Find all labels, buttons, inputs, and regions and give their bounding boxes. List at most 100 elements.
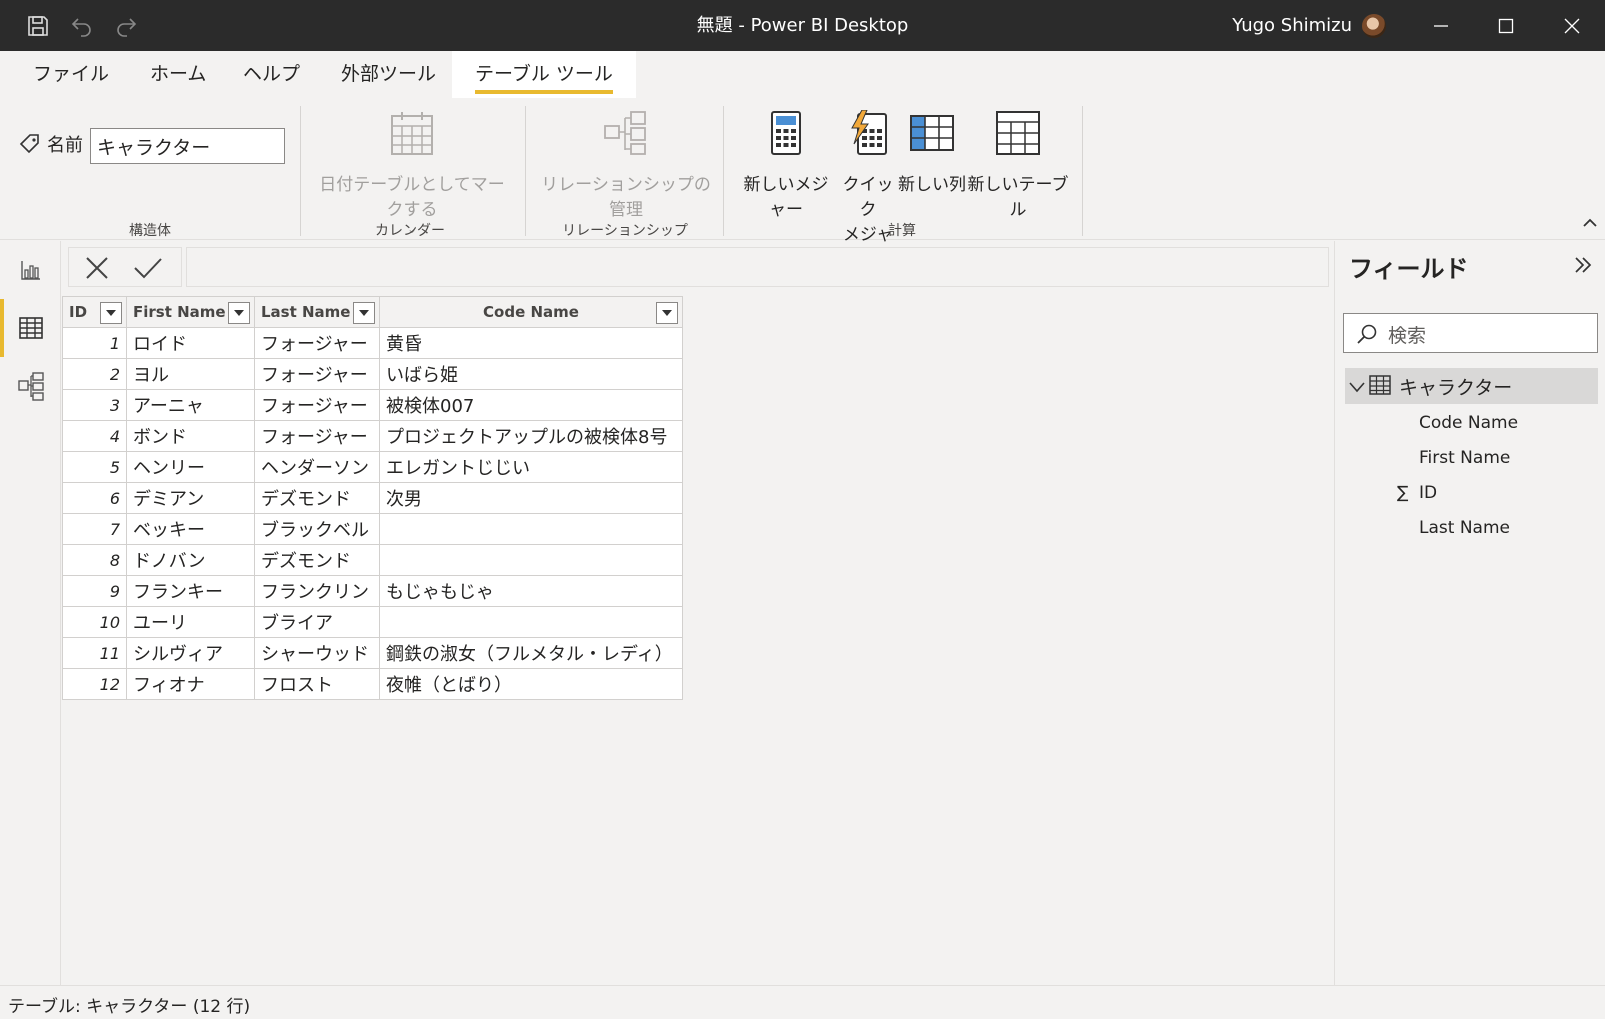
mark-date-table-button[interactable]: 日付テーブルとしてマークする ⌄ [312, 110, 512, 236]
cell-id[interactable]: 4 [62, 420, 127, 452]
table-row[interactable]: 6 デミアン デズモンド 次男 [62, 482, 683, 514]
quick-measure-button[interactable]: クイック メジャー [836, 109, 900, 270]
save-icon[interactable] [24, 12, 52, 40]
cell-code-name[interactable] [379, 544, 683, 576]
tab-file[interactable]: ファイル [27, 51, 115, 98]
table-row[interactable]: 7 ベッキー ブラックベル [62, 513, 683, 545]
cell-code-name[interactable]: 被検体007 [379, 389, 683, 421]
table-row[interactable]: 3 アーニャ フォージャー 被検体007 [62, 389, 683, 421]
table-row[interactable]: 4 ボンド フォージャー プロジェクトアップルの被検体8号 [62, 420, 683, 452]
redo-icon[interactable] [112, 12, 140, 40]
expand-pane-icon[interactable] [1573, 253, 1593, 281]
user-name[interactable]: Yugo Shimizu [1232, 0, 1352, 51]
cell-id[interactable]: 7 [62, 513, 127, 545]
table-row[interactable]: 10 ユーリ ブライア [62, 606, 683, 638]
cell-last-name[interactable]: デズモンド [254, 544, 380, 576]
table-row[interactable]: 11 シルヴィア シャーウッド 鋼鉄の淑女（フルメタル・レディ） [62, 637, 683, 669]
cell-code-name[interactable]: もじゃもじゃ [379, 575, 683, 607]
cell-code-name[interactable]: 次男 [379, 482, 683, 514]
close-icon[interactable] [1543, 0, 1601, 51]
cell-code-name[interactable] [379, 513, 683, 545]
cancel-icon[interactable] [85, 256, 109, 284]
cell-last-name[interactable]: フォージャー [254, 389, 380, 421]
cell-first-name[interactable]: フィオナ [126, 668, 255, 700]
report-view-icon[interactable] [0, 241, 61, 299]
field-item[interactable]: Last Name [1419, 518, 1510, 538]
cell-first-name[interactable]: ボンド [126, 420, 255, 452]
filter-dropdown-icon[interactable] [353, 302, 375, 324]
field-item[interactable]: ID [1419, 483, 1437, 503]
cell-last-name[interactable]: ブラックベル [254, 513, 380, 545]
table-row[interactable]: 1 ロイド フォージャー 黄昏 [62, 327, 683, 359]
cell-code-name[interactable]: いばら姫 [379, 358, 683, 390]
cell-last-name[interactable]: デズモンド [254, 482, 380, 514]
cell-first-name[interactable]: デミアン [126, 482, 255, 514]
cell-id[interactable]: 11 [62, 637, 127, 669]
cell-id[interactable]: 8 [62, 544, 127, 576]
cell-id[interactable]: 10 [62, 606, 127, 638]
filter-dropdown-icon[interactable] [228, 302, 250, 324]
column-header-id[interactable]: ID [62, 296, 127, 328]
cell-id[interactable]: 6 [62, 482, 127, 514]
manage-relationships-button[interactable]: リレーションシップの管理 [536, 110, 716, 220]
table-name-input[interactable] [90, 128, 285, 164]
table-row[interactable]: 2 ヨル フォージャー いばら姫 [62, 358, 683, 390]
cell-code-name[interactable] [379, 606, 683, 638]
new-column-button[interactable]: 新しい列 [898, 110, 966, 195]
column-header-first-name[interactable]: First Name [126, 296, 255, 328]
table-row[interactable]: 5 ヘンリー ヘンダーソン エレガントじじい [62, 451, 683, 483]
cell-last-name[interactable]: フォージャー [254, 327, 380, 359]
tab-help[interactable]: ヘルプ [237, 51, 306, 98]
fields-search-input[interactable]: 検索 [1343, 313, 1598, 353]
filter-dropdown-icon[interactable] [100, 302, 122, 324]
cell-code-name[interactable]: 黄昏 [379, 327, 683, 359]
new-measure-button[interactable]: 新しいメジャー [736, 110, 836, 220]
model-view-icon[interactable] [0, 357, 61, 415]
cell-first-name[interactable]: フランキー [126, 575, 255, 607]
data-view-icon[interactable] [0, 299, 61, 357]
cell-last-name[interactable]: フォージャー [254, 420, 380, 452]
cell-code-name[interactable]: 夜帷（とばり） [379, 668, 683, 700]
tab-table-tools[interactable]: テーブル ツール [452, 51, 636, 98]
column-header-code-name[interactable]: Code Name [379, 296, 683, 328]
cell-last-name[interactable]: フロスト [254, 668, 380, 700]
commit-icon[interactable] [133, 256, 163, 284]
new-table-button[interactable]: 新しいテーブル [966, 110, 1070, 220]
collapse-ribbon-icon[interactable] [1583, 216, 1597, 232]
field-item[interactable]: First Name [1419, 448, 1510, 468]
tab-home[interactable]: ホーム [144, 51, 212, 98]
cell-last-name[interactable]: ヘンダーソン [254, 451, 380, 483]
chevron-down-icon[interactable] [1349, 378, 1365, 397]
minimize-icon[interactable] [1412, 0, 1470, 51]
cell-last-name[interactable]: フォージャー [254, 358, 380, 390]
cell-first-name[interactable]: ベッキー [126, 513, 255, 545]
table-row[interactable]: 8 ドノバン デズモンド [62, 544, 683, 576]
field-table-node[interactable]: キャラクター [1345, 368, 1598, 404]
cell-code-name[interactable]: プロジェクトアップルの被検体8号 [379, 420, 683, 452]
undo-icon[interactable] [68, 12, 96, 40]
cell-first-name[interactable]: ロイド [126, 327, 255, 359]
filter-dropdown-icon[interactable] [656, 302, 678, 324]
column-header-last-name[interactable]: Last Name [254, 296, 380, 328]
cell-first-name[interactable]: ヘンリー [126, 451, 255, 483]
cell-first-name[interactable]: ユーリ [126, 606, 255, 638]
cell-first-name[interactable]: アーニャ [126, 389, 255, 421]
cell-first-name[interactable]: シルヴィア [126, 637, 255, 669]
formula-input[interactable] [186, 247, 1329, 287]
cell-id[interactable]: 1 [62, 327, 127, 359]
cell-code-name[interactable]: 鋼鉄の淑女（フルメタル・レディ） [379, 637, 683, 669]
cell-last-name[interactable]: フランクリン [254, 575, 380, 607]
cell-last-name[interactable]: ブライア [254, 606, 380, 638]
cell-id[interactable]: 5 [62, 451, 127, 483]
tab-external-tools[interactable]: 外部ツール [335, 51, 442, 98]
cell-id[interactable]: 3 [62, 389, 127, 421]
cell-first-name[interactable]: ヨル [126, 358, 255, 390]
maximize-icon[interactable] [1477, 0, 1535, 51]
field-item[interactable]: Code Name [1419, 413, 1518, 433]
table-row[interactable]: 12 フィオナ フロスト 夜帷（とばり） [62, 668, 683, 700]
cell-code-name[interactable]: エレガントじじい [379, 451, 683, 483]
cell-first-name[interactable]: ドノバン [126, 544, 255, 576]
cell-id[interactable]: 9 [62, 575, 127, 607]
avatar[interactable] [1362, 14, 1386, 38]
cell-id[interactable]: 2 [62, 358, 127, 390]
